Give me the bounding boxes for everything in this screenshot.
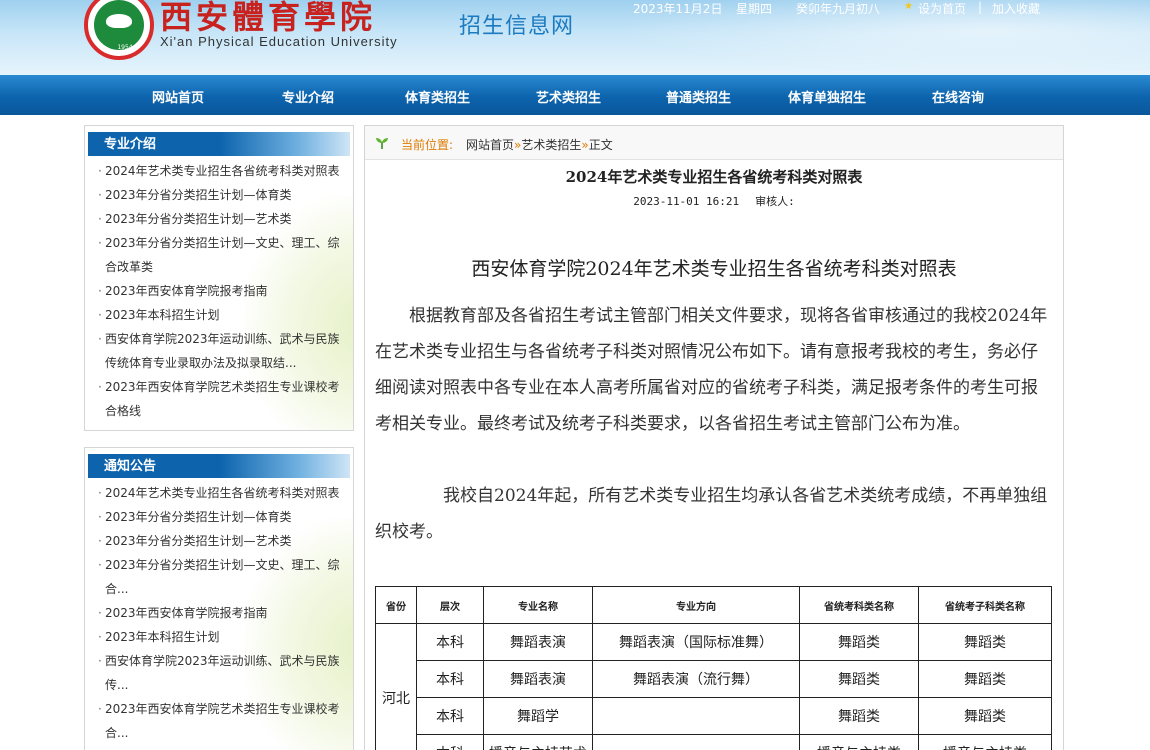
sidebar-link[interactable]: 2023年西安体育学院艺术类招生专业课校考合格线 [98,375,353,423]
nav-online-consult[interactable]: 在线咨询 [932,75,984,115]
table-header: 专业方向 [592,586,800,624]
table-cell: 舞蹈表演 [483,623,593,661]
table-cell: 舞蹈类 [799,660,919,698]
table-cell: 本科 [416,734,484,750]
table-header-row: 省份 层次 专业名称 专业方向 省统考科类名称 省统考子科类名称 [375,586,1052,624]
table-cell: 本科 [416,697,484,735]
breadcrumb: 当前位置: 网站首页»艺术类招生»正文 [365,126,1063,160]
subject-mapping-table: 省份 层次 专业名称 专业方向 省统考科类名称 省统考子科类名称 河北 本科 舞… [375,586,1052,750]
logo-emblem: 1954 [94,0,144,51]
sidebar-link[interactable]: 2023年西安体育学院报考指南 [98,279,353,303]
article-paragraph: 我校自2024年起，所有艺术类专业招生均承认各省艺术类统考成绩，不再单独组织校考… [375,486,1048,542]
sidebar-link[interactable]: 2023年分省分类招生计划—体育类 [98,505,353,529]
breadcrumb-home[interactable]: 网站首页 [466,138,514,152]
sidebar-link[interactable]: 2023年本科招生计划 [98,625,353,649]
sidebar-link[interactable]: 2024年艺术类专业招生各省统考科类对照表 [98,481,353,505]
table-cell: 舞蹈类 [918,697,1052,735]
article-title: 2024年艺术类专业招生各省统考科类对照表 [565,168,863,186]
sidebar-link[interactable]: 2023年分省分类招生计划—艺术类 [98,529,353,553]
article-meta: 2023-11-01 16:21 审核人: [365,193,1063,209]
sidebar-heading: 通知公告 [88,454,350,478]
content-title: 西安体育学院2024年艺术类专业招生各省统考科类对照表 [471,258,957,280]
table-row: 河北 本科 舞蹈表演 舞蹈表演（国际标准舞） 舞蹈类 舞蹈类 [375,623,1052,750]
table-cell: 舞蹈类 [918,660,1052,698]
table-cell [592,734,800,750]
article-reviewer: 审核人: [755,195,795,208]
sidebar-link[interactable]: 2023年西安体育学院报考指南 [98,601,353,625]
sidebar-link[interactable]: 2024年艺术类专业招生各省统考科类对照表 [98,159,353,183]
sidebar-link[interactable]: 西安体育学院2023年运动训练、武术与民族传... [98,649,353,697]
breadcrumb-path: 网站首页»艺术类招生»正文 [466,136,613,153]
table-cell: 播音与主持类 [918,734,1052,750]
sidebar-heading-label: 专业介绍 [104,137,157,152]
header-separator: | [978,0,983,14]
add-favorite-link[interactable]: 加入收藏 [992,0,1040,17]
breadcrumb-separator: » [581,138,589,152]
nav-major-intro[interactable]: 专业介绍 [282,75,334,115]
sidebar-major-intro: 专业介绍 2024年艺术类专业招生各省统考科类对照表 2023年分省分类招生计划… [84,125,354,431]
current-date: 2023年11月2日 [633,2,723,16]
school-name-en: Xi'an Physical Education University [160,34,398,49]
sidebar-link[interactable]: 2023年分省分类招生计划—艺术类 [98,207,353,231]
current-weekday: 星期四 [736,2,773,16]
table-cell: 本科 [416,660,484,698]
table-header: 省统考科类名称 [799,586,919,624]
sidebar-link[interactable]: 西安体育学院2023年运动训练、武术与民族传统体育专业录取办法及拟录取结... [98,327,353,375]
home-icon: ★ [904,1,913,12]
table-cell: 舞蹈表演（流行舞） [592,660,800,698]
table-header: 省份 [375,586,417,624]
table-cell: 舞蹈类 [799,697,919,735]
table-header: 专业名称 [483,586,593,624]
table-cell: 本科 [416,623,484,661]
table-cell: 舞蹈学 [483,697,593,735]
table-cell: 舞蹈表演（国际标准舞） [592,623,800,661]
table-cell: 舞蹈类 [918,623,1052,661]
school-logo[interactable]: 1954 [84,0,154,60]
table-row: 本科 播音与主持艺术 播音与主持类 播音与主持类 [376,734,1052,750]
nav-sports-admission[interactable]: 体育类招生 [405,75,470,115]
sidebar-link[interactable]: 2023年分省分类招生计划—文史、理工、综合改革类 [98,231,353,279]
sidebar-link[interactable]: 2023年分省分类招生计划—体育类 [98,183,353,207]
breadcrumb-label: 当前位置: [401,138,454,152]
breadcrumb-current: 正文 [588,138,613,152]
table-cell: 舞蹈类 [799,623,919,661]
table-header: 层次 [416,586,484,624]
table-header: 省统考子科类名称 [918,586,1052,624]
sidebar-link[interactable]: 2023年西安体育学院艺术类招生专业课校考合... [98,697,353,745]
set-homepage-link[interactable]: 设为首页 [918,0,966,17]
article-date: 2023-11-01 16:21 [633,195,740,208]
nav-art-admission[interactable]: 艺术类招生 [536,75,601,115]
site-header: 1954 西安體育學院 Xi'an Physical Education Uni… [0,0,1150,75]
article-panel: 当前位置: 网站首页»艺术类招生»正文 2024年艺术类专业招生各省统考科类对照… [364,125,1064,750]
school-name-cn: 西安體育學院 [160,0,377,36]
sprout-icon [376,138,388,149]
province-cell: 河北 [375,623,417,750]
table-cell: 舞蹈表演 [483,660,593,698]
table-cell: 播音与主持类 [799,734,919,750]
nav-sports-independent[interactable]: 体育单独招生 [788,75,866,115]
sidebar-notices: 通知公告 2024年艺术类专业招生各省统考科类对照表 2023年分省分类招生计划… [84,447,354,750]
site-name: 招生信息网 [459,14,575,39]
table-cell: 播音与主持艺术 [483,734,593,750]
table-row: 本科 舞蹈表演 舞蹈表演（流行舞） 舞蹈类 舞蹈类 [376,660,1052,698]
sidebar-list: 2024年艺术类专业招生各省统考科类对照表 2023年分省分类招生计划—体育类 … [85,478,353,745]
table-cell [592,697,800,735]
lunar-date: 癸卯年九月初八 [796,2,881,16]
sidebar-link[interactable]: 2023年分省分类招生计划—文史、理工、综合... [98,553,353,601]
nav-home[interactable]: 网站首页 [152,75,204,115]
sidebar-list: 2024年艺术类专业招生各省统考科类对照表 2023年分省分类招生计划—体育类 … [85,156,353,423]
sidebar-heading: 专业介绍 [88,132,350,156]
nav-general-admission[interactable]: 普通类招生 [666,75,731,115]
article-paragraph: 根据教育部及各省招生考试主管部门相关文件要求，现将各省审核通过的我校2024年在… [375,306,1048,434]
main-nav: 网站首页 专业介绍 体育类招生 艺术类招生 普通类招生 体育单独招生 在线咨询 [0,75,1150,115]
breadcrumb-section[interactable]: 艺术类招生 [521,138,581,152]
sidebar-heading-label: 通知公告 [104,459,157,474]
sidebar-link[interactable]: 2023年本科招生计划 [98,303,353,327]
table-row: 本科 舞蹈学 舞蹈类 舞蹈类 [376,697,1052,735]
logo-year: 1954 [117,44,133,51]
